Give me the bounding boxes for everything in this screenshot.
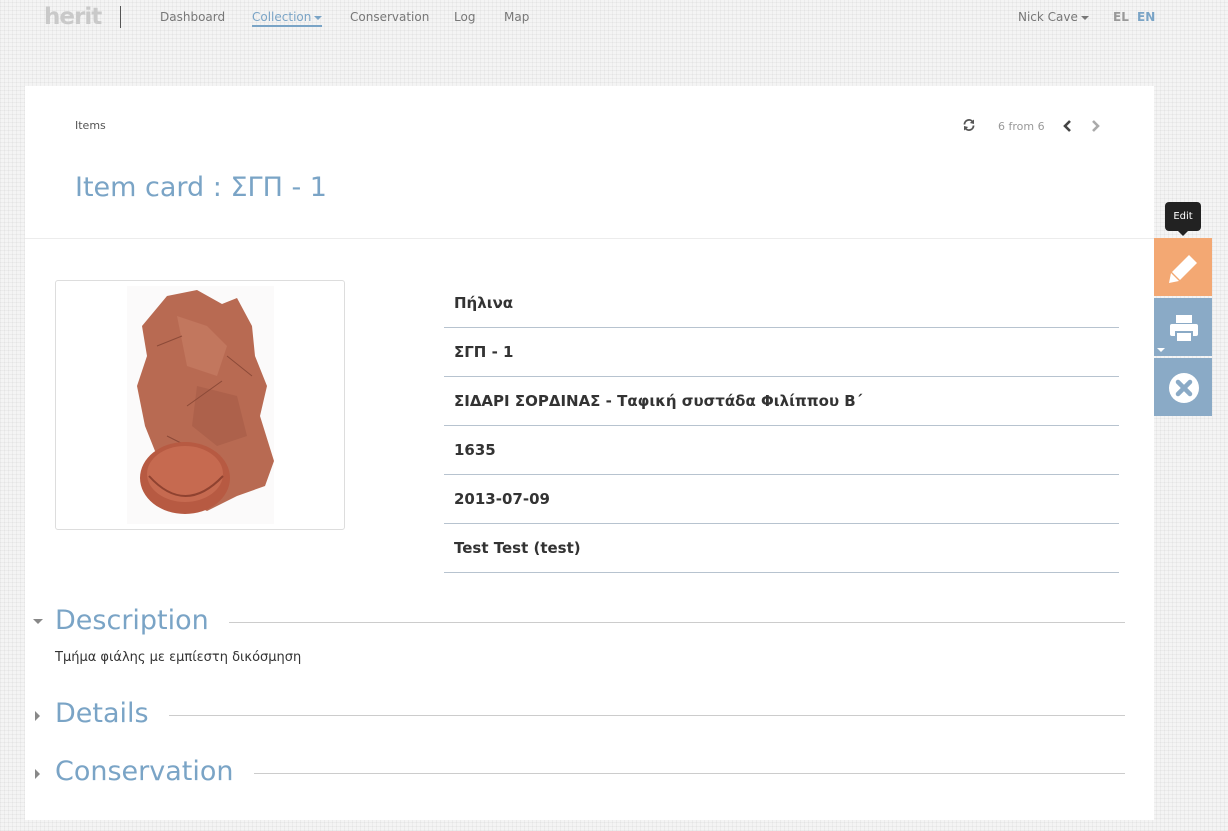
item-image-frame[interactable] xyxy=(55,280,345,530)
nav-map[interactable]: Map xyxy=(504,10,529,24)
section-divider xyxy=(55,715,1125,716)
item-card: Items 6 from 6 Item card : ΣΓΠ - 1 Πήλιν… xyxy=(25,86,1154,820)
edit-button[interactable] xyxy=(1154,238,1212,296)
card-header: Items 6 from 6 Item card : ΣΓΠ - 1 xyxy=(25,86,1154,239)
section-title[interactable]: Details xyxy=(55,698,169,730)
attr-number: 1635 xyxy=(444,426,1119,475)
user-name: Nick Cave xyxy=(1018,10,1078,24)
attr-material: Πήλινα xyxy=(444,279,1119,328)
pencil-icon xyxy=(1169,255,1197,283)
caret-down-icon[interactable] xyxy=(33,619,43,624)
refresh-icon[interactable] xyxy=(962,118,976,132)
caret-right-icon[interactable] xyxy=(35,711,40,721)
chevron-down-icon xyxy=(1080,15,1089,20)
chevron-down-icon xyxy=(314,15,323,20)
printer-icon xyxy=(1170,315,1198,343)
chevron-right-icon[interactable] xyxy=(1089,119,1101,133)
nav-collection[interactable]: Collection xyxy=(252,10,323,27)
lang-el[interactable]: EL xyxy=(1113,10,1129,24)
chevron-down-icon xyxy=(1157,348,1165,352)
pager-count: 6 from 6 xyxy=(998,120,1045,133)
close-button[interactable] xyxy=(1154,358,1212,416)
description-text: Τμήμα φιάλης με εμπίεστη δικόσμηση xyxy=(55,650,302,665)
attribute-list: Πήλινα ΣΓΠ - 1 ΣΙΔΑΡΙ ΣΟΡΔΙΝΑΣ - Ταφική … xyxy=(444,279,1119,573)
nav-collection-label: Collection xyxy=(252,10,312,24)
logo[interactable]: herit xyxy=(44,4,102,30)
breadcrumb[interactable]: Items xyxy=(75,119,106,132)
nav-log[interactable]: Log xyxy=(454,10,475,24)
lang-en[interactable]: EN xyxy=(1137,10,1155,24)
attr-date: 2013-07-09 xyxy=(444,475,1119,524)
attr-site: ΣΙΔΑΡΙ ΣΟΡΔΙΝΑΣ - Ταφική συστάδα Φιλίππο… xyxy=(444,377,1119,426)
page-title: Item card : ΣΓΠ - 1 xyxy=(75,172,327,203)
close-icon xyxy=(1169,373,1199,403)
section-title[interactable]: Conservation xyxy=(55,756,254,788)
user-menu[interactable]: Nick Cave xyxy=(1018,10,1089,24)
top-navbar: herit Dashboard Collection Conservation … xyxy=(0,0,1228,34)
attr-code: ΣΓΠ - 1 xyxy=(444,328,1119,377)
attr-user: Test Test (test) xyxy=(444,524,1119,573)
nav-conservation[interactable]: Conservation xyxy=(350,10,429,24)
logo-divider xyxy=(120,6,121,28)
edit-tooltip: Edit xyxy=(1165,202,1201,236)
caret-right-icon[interactable] xyxy=(35,769,40,779)
chevron-left-icon[interactable] xyxy=(1062,119,1074,133)
item-photo xyxy=(127,286,274,524)
nav-dashboard[interactable]: Dashboard xyxy=(160,10,225,24)
section-title[interactable]: Description xyxy=(55,605,229,637)
